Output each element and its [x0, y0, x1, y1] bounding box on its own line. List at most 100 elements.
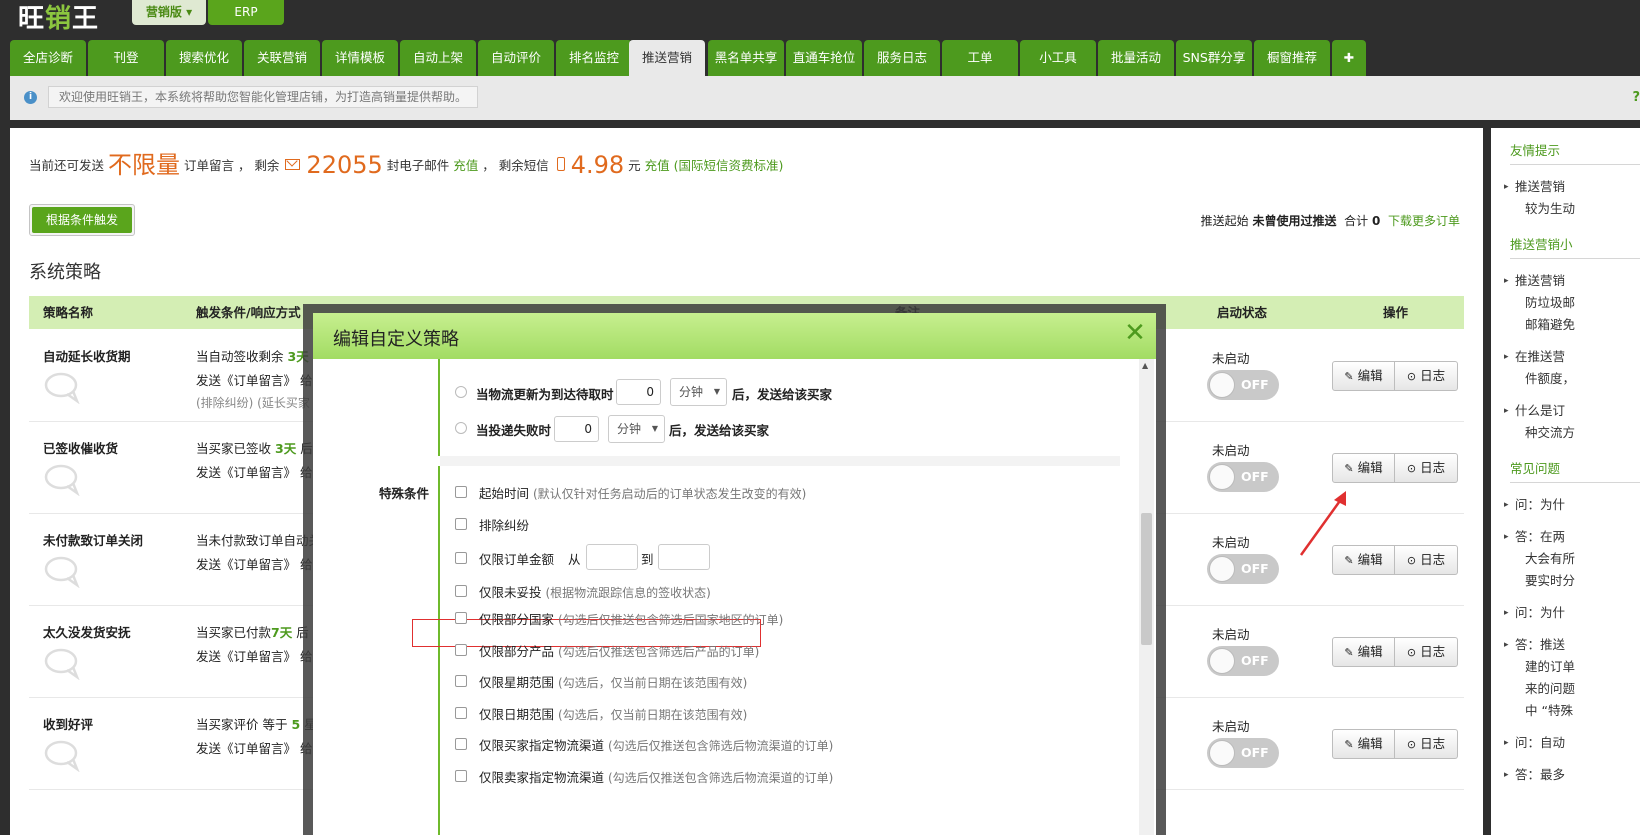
checkbox-exclude-disputes[interactable]: [455, 518, 467, 530]
checkbox-label: 仅限未妥投 (根据物流跟踪信息的签收状态): [479, 582, 711, 601]
tips-sidebar: 友情提示 推送营销 较为生动 推送营销小 推送营销 防垃圾邮 邮箱避免 在推送营…: [1491, 128, 1640, 835]
trigger-condition: 当买家已付款7天 后: [196, 622, 309, 641]
mini-guide-title: 推送营销小: [1510, 237, 1573, 252]
col-status: 启动状态: [1217, 305, 1268, 320]
guide-item[interactable]: 什么是订: [1504, 400, 1565, 422]
trigger-by-condition-button[interactable]: 根据条件触发: [29, 204, 135, 236]
group-separator: [440, 456, 1120, 466]
chat-icon: [44, 464, 80, 496]
faq-question[interactable]: 问：为什: [1504, 494, 1565, 516]
tab-search-optimization[interactable]: 搜索优化: [166, 40, 242, 76]
tab-tools[interactable]: 小工具: [1020, 40, 1096, 76]
log-label: 日志: [1420, 644, 1446, 659]
currency-label: 元: [628, 158, 641, 173]
checkbox-label: 排除纠纷: [479, 515, 529, 534]
checkbox-seller-logistics[interactable]: [455, 770, 467, 782]
status-toggle[interactable]: OFF: [1207, 646, 1279, 676]
tab-window-recommend[interactable]: 橱窗推荐: [1254, 40, 1330, 76]
guide-item[interactable]: 在推送营: [1504, 346, 1565, 368]
tab-batch-activity[interactable]: 批量活动: [1098, 40, 1174, 76]
radio-delivery-failed[interactable]: [455, 422, 467, 434]
email-label: 封电子邮件: [386, 158, 450, 173]
log-button[interactable]: ⊙ 日志: [1395, 361, 1458, 391]
group-line: [438, 466, 440, 835]
tab-auto-list[interactable]: 自动上架: [400, 40, 476, 76]
clock-icon: ⊙: [1406, 462, 1417, 475]
unit-select[interactable]: 分钟 ▼: [670, 378, 727, 406]
unit-value: 分钟: [617, 422, 642, 436]
tab-sns-share[interactable]: SNS群分享: [1176, 40, 1252, 76]
amount-from-input[interactable]: [586, 544, 638, 570]
checkbox-order-amount[interactable]: [455, 552, 467, 564]
edition-selector[interactable]: 营销版 ▾: [132, 0, 206, 25]
faq-question[interactable]: 问：自动: [1504, 732, 1565, 754]
checkbox-weekday-range[interactable]: [455, 675, 467, 687]
checkbox-date-range[interactable]: [455, 707, 467, 719]
status-text: 未启动: [1212, 627, 1250, 642]
guide-item[interactable]: 推送营销: [1504, 270, 1565, 292]
tab-blacklist-share[interactable]: 黑名单共享: [708, 40, 784, 76]
edit-button[interactable]: ✎ 编辑: [1332, 453, 1395, 483]
strategy-name: 自动延长收货期: [43, 349, 131, 364]
erp-switch[interactable]: ERP: [208, 0, 284, 25]
trigger-condition: 当自动签收剩余 3天: [196, 346, 309, 365]
checkbox-label: 仅限日期范围 (勾选后，仅当前日期在该范围有效): [479, 704, 747, 723]
tab-detail-template[interactable]: 详情模板: [322, 40, 398, 76]
status-toggle[interactable]: OFF: [1207, 738, 1279, 768]
option-label: 仅限未妥投: [479, 585, 542, 600]
log-button[interactable]: ⊙ 日志: [1395, 729, 1458, 759]
tab-push-marketing[interactable]: 推送营销: [629, 40, 705, 76]
range-to-label: 到: [641, 552, 654, 567]
response-method: 发送《订单留言》 给: [196, 741, 313, 756]
tab-ztc-bid[interactable]: 直通车抢位: [786, 40, 862, 76]
scroll-up-icon[interactable]: ▲: [1142, 361, 1148, 370]
log-button[interactable]: ⊙ 日志: [1395, 453, 1458, 483]
app-logo[interactable]: 旺销王: [18, 0, 99, 35]
checkbox-products[interactable]: [455, 644, 467, 656]
sms-recharge-link[interactable]: 充值 (国际短信资费标准): [645, 158, 784, 173]
tab-rank-monitor[interactable]: 排名监控: [556, 40, 632, 76]
status-toggle[interactable]: OFF: [1207, 462, 1279, 492]
radio-arrived-pickup[interactable]: [455, 386, 467, 398]
option-label: 仅限部分产品: [479, 644, 555, 659]
chevron-down-icon: ▼: [713, 387, 720, 396]
faq-question[interactable]: 问：为什: [1504, 602, 1565, 624]
checkbox-start-time[interactable]: [455, 486, 467, 498]
tab-auto-review[interactable]: 自动评价: [478, 40, 554, 76]
amount-to-input[interactable]: [658, 544, 710, 570]
condition-value: 7天: [271, 625, 293, 640]
log-button[interactable]: ⊙ 日志: [1395, 545, 1458, 575]
dialog-header: 编辑自定义策略 ✕: [313, 313, 1156, 359]
help-icon[interactable]: ?: [1632, 90, 1640, 105]
faq-answer-continued: 建的订单: [1525, 659, 1576, 674]
status-toggle[interactable]: OFF: [1207, 554, 1279, 584]
trigger-condition: 当买家评价 等于 5 星: [196, 714, 317, 733]
strategy-name: 已签收催收货: [43, 441, 119, 456]
option-label: 起始时间: [479, 486, 530, 501]
tab-work-order[interactable]: 工单: [942, 40, 1018, 76]
checkbox-not-delivered[interactable]: [455, 585, 467, 597]
unit-select[interactable]: 分钟 ▼: [608, 415, 665, 443]
delay-input[interactable]: 0: [616, 379, 661, 405]
tab-store-diagnosis[interactable]: 全店诊断: [10, 40, 86, 76]
log-button[interactable]: ⊙ 日志: [1395, 637, 1458, 667]
scrollbar-thumb[interactable]: [1141, 513, 1152, 645]
tab-related-marketing[interactable]: 关联营销: [244, 40, 320, 76]
delay-input[interactable]: 0: [554, 416, 599, 442]
tab-service-log[interactable]: 服务日志: [864, 40, 940, 76]
status-toggle[interactable]: OFF: [1207, 370, 1279, 400]
condition-text: 当自动签收剩余: [196, 349, 284, 364]
edit-button[interactable]: ✎ 编辑: [1332, 729, 1395, 759]
edit-button[interactable]: ✎ 编辑: [1332, 361, 1395, 391]
checkbox-buyer-logistics[interactable]: [455, 738, 467, 750]
edit-button[interactable]: ✎ 编辑: [1332, 637, 1395, 667]
tab-listing[interactable]: 刊登: [88, 40, 164, 76]
tab-add[interactable]: ✚: [1332, 40, 1366, 76]
toggle-label: OFF: [1241, 653, 1269, 668]
close-icon[interactable]: ✕: [1124, 320, 1146, 346]
radio-suffix: 后，发送给该买家: [669, 423, 770, 438]
email-recharge-link[interactable]: 充值: [453, 158, 478, 173]
checkbox-countries[interactable]: [455, 612, 467, 624]
dialog-title: 编辑自定义策略: [333, 329, 459, 350]
download-more-orders-link[interactable]: 下载更多订单: [1388, 214, 1460, 228]
